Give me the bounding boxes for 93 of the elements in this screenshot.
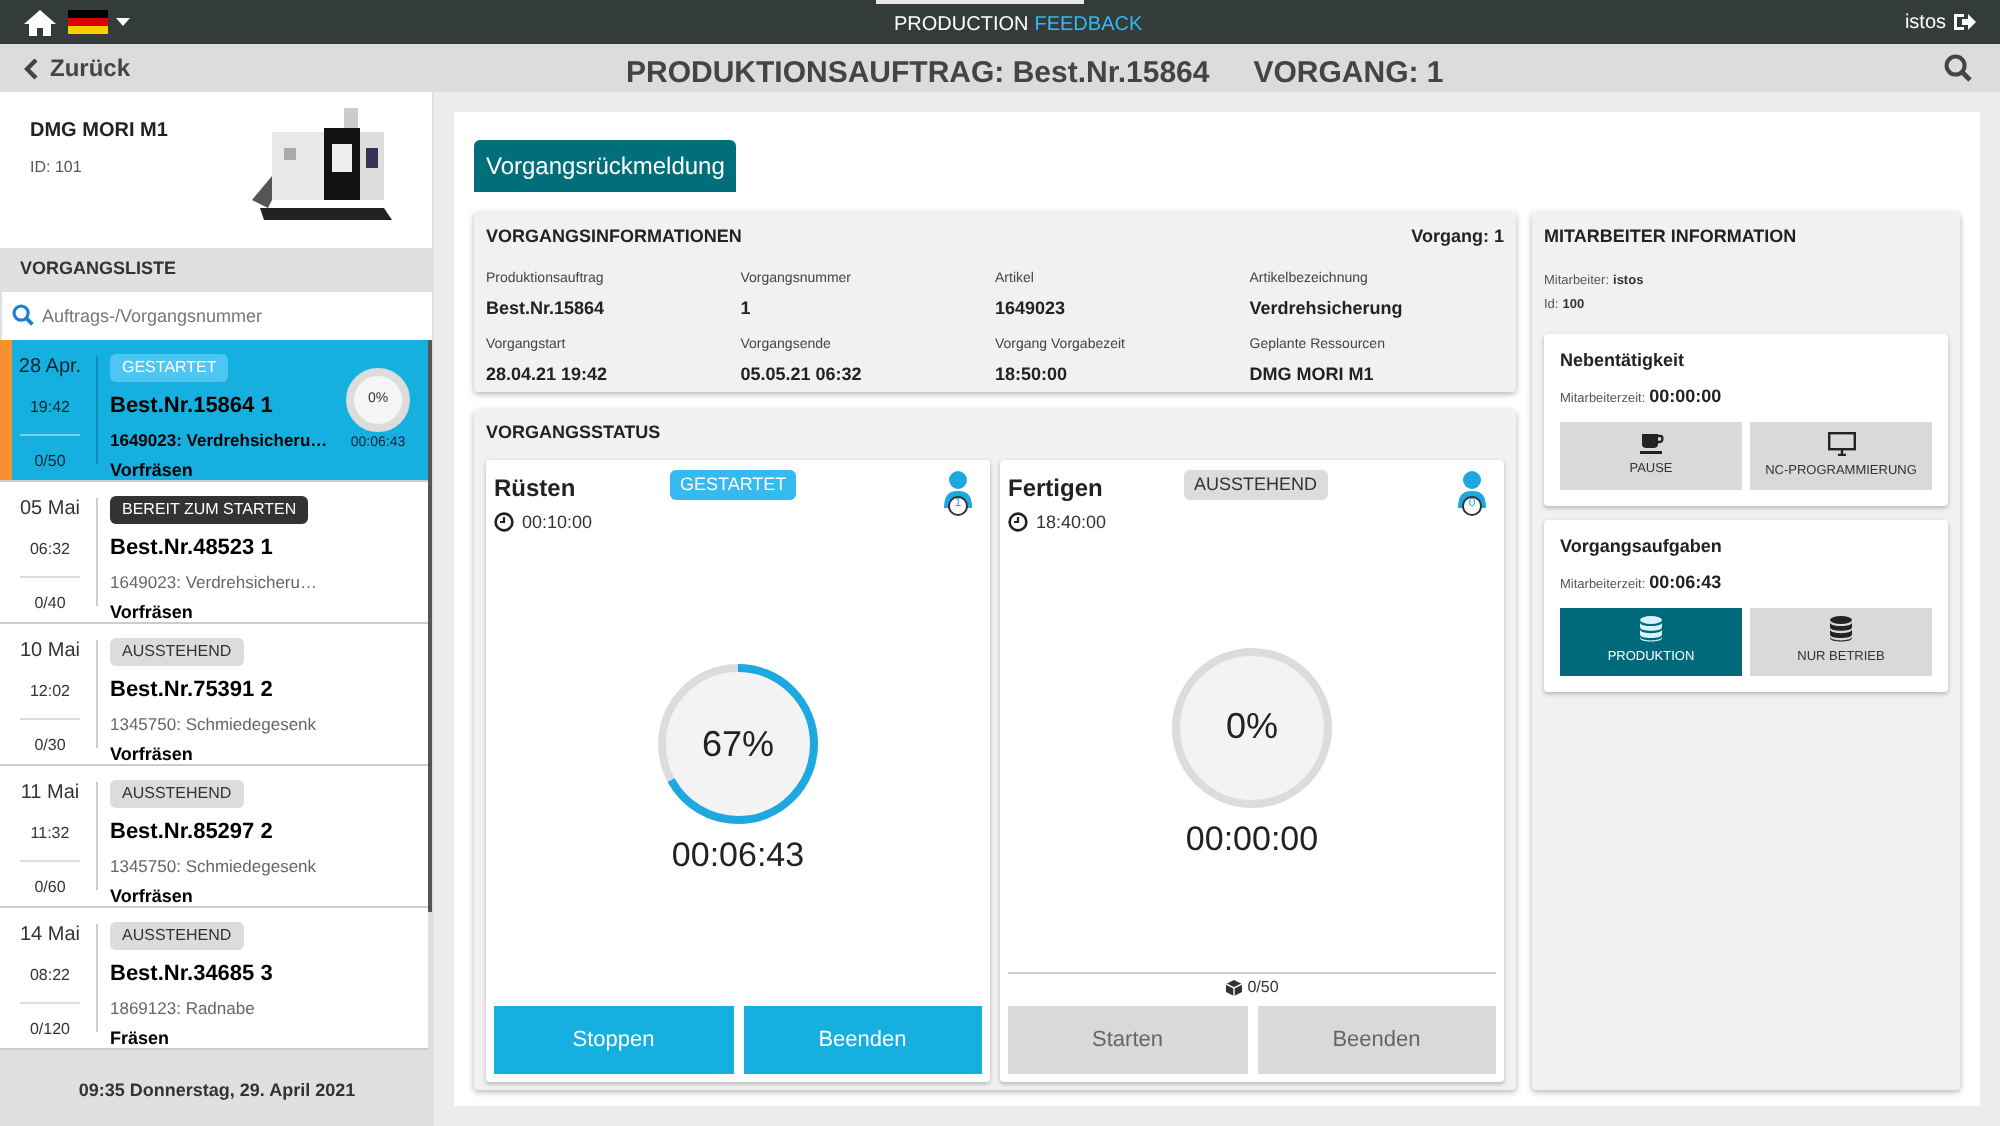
database-icon bbox=[1640, 616, 1662, 643]
user-name: istos bbox=[1904, 9, 1946, 37]
time-value: 00:06:43 bbox=[1649, 569, 1722, 595]
section-title: Nebentätigkeit bbox=[1560, 348, 1687, 374]
planned-time: 00:10:00 bbox=[522, 509, 593, 535]
item-date: 28 Apr. bbox=[18, 354, 82, 382]
tab[interactable]: Vorgangsrückmeldung bbox=[474, 140, 737, 192]
item-time: 06:32 bbox=[29, 538, 71, 562]
caret-icon[interactable] bbox=[116, 18, 130, 26]
search-field[interactable]: Auftrags-/Vorgangsnummer bbox=[2, 291, 432, 341]
field-value: 18:50:00 bbox=[995, 362, 1070, 388]
monitor-icon bbox=[1827, 431, 1855, 456]
item-time: 08:22 bbox=[29, 964, 71, 988]
field-value: Verdrehsicherung bbox=[1249, 296, 1405, 322]
field-value: 05.05.21 06:32 bbox=[740, 362, 864, 388]
item-quantity: 0/30 bbox=[34, 734, 66, 758]
machine-id: ID: 101 bbox=[30, 156, 84, 180]
item-date: 11 Mai bbox=[20, 780, 80, 808]
progress-percent: 67% bbox=[701, 721, 775, 768]
item-quantity: 0/60 bbox=[34, 876, 66, 900]
field-value: Best.Nr.15864 bbox=[486, 296, 607, 322]
article-name: 1649023: Verdrehsicheru… bbox=[110, 569, 317, 595]
planned-time: 18:40:00 bbox=[1036, 509, 1107, 535]
status-badge: AUSSTEHEND bbox=[110, 638, 244, 666]
step-name: Vorfräsen bbox=[110, 458, 195, 485]
search-icon[interactable] bbox=[1944, 54, 1972, 82]
article-name: 1345750: Schmiedegesenk bbox=[110, 853, 317, 879]
field-value: 28.04.21 19:42 bbox=[486, 362, 610, 388]
order-number: Best.Nr.34685 3 bbox=[110, 960, 273, 990]
step-name: Vorfräsen bbox=[110, 884, 195, 911]
order-number: Best.Nr.48523 1 bbox=[110, 534, 275, 564]
item-time: 19:42 bbox=[29, 396, 71, 420]
status-badge: AUSSTEHEND bbox=[110, 922, 244, 950]
item-quantity: 0/40 bbox=[34, 592, 66, 616]
status-badge: AUSSTEHEND bbox=[1184, 469, 1328, 500]
search-icon bbox=[12, 304, 34, 326]
progress-ring bbox=[344, 366, 412, 434]
chevron-left-icon bbox=[24, 57, 38, 79]
machine-name: DMG MORI M1 bbox=[30, 118, 168, 146]
field-value: DMG MORI M1 bbox=[1249, 362, 1376, 388]
app-title: PRODUCTION bbox=[894, 12, 1029, 40]
step-name: Vorfräsen bbox=[110, 600, 195, 627]
back-button[interactable]: Zurück bbox=[24, 50, 131, 86]
field-value: 1 bbox=[740, 296, 753, 322]
section-title: VORGANGSLISTE bbox=[18, 255, 179, 282]
german-flag-icon[interactable] bbox=[68, 10, 108, 34]
item-quantity: 0/120 bbox=[29, 1018, 71, 1042]
item-time: 11:32 bbox=[30, 822, 70, 846]
item-date: 10 Mai bbox=[19, 638, 80, 666]
section-title: Vorgangsaufgaben bbox=[1560, 534, 1724, 560]
step-name: Fräsen bbox=[110, 1026, 172, 1053]
phase-name: Fertigen bbox=[1008, 471, 1105, 505]
order-number: Best.Nr.15864 1 bbox=[110, 392, 275, 422]
database-icon bbox=[1830, 616, 1852, 643]
card-title: VORGANGSSTATUS bbox=[486, 420, 661, 446]
status-badge: GESTARTET bbox=[670, 469, 797, 500]
item-quantity: 0/50 bbox=[34, 450, 66, 474]
elapsed-time: 00:00:00 bbox=[1185, 817, 1319, 862]
list-item[interactable]: 14 Mai 08:22 0/120 AUSSTEHEND Best.Nr.34685 3 1869123: Radnabe Fräsen bbox=[0, 908, 428, 1050]
clock-icon bbox=[494, 512, 514, 533]
status-badge: BEREIT ZUM STARTEN bbox=[110, 496, 309, 524]
date-time: 09:35 Donnerstag, 29. April 2021 bbox=[76, 1077, 358, 1104]
clock-icon bbox=[1008, 512, 1028, 533]
article-name: 1869123: Radnabe bbox=[110, 995, 257, 1021]
elapsed-time: 00:06:43 bbox=[671, 834, 805, 879]
box-icon bbox=[1225, 980, 1242, 996]
phase-name: Rüsten bbox=[494, 471, 578, 505]
order-number: Best.Nr.75391 2 bbox=[110, 676, 275, 706]
item-time: 12:02 bbox=[29, 680, 71, 704]
logout-icon[interactable] bbox=[1954, 12, 1976, 32]
operation-title: VORGANG: 1 bbox=[1253, 54, 1444, 94]
field-value: 1649023 bbox=[995, 296, 1068, 322]
operation-number: Vorgang: 1 bbox=[1411, 224, 1504, 250]
card-title: MITARBEITER INFORMATION bbox=[1544, 224, 1799, 250]
step-name: Vorfräsen bbox=[110, 742, 195, 769]
list-item[interactable]: 10 Mai 12:02 0/30 AUSSTEHEND Best.Nr.75391 2 1345750: Schmiedegesenk Vorfräsen bbox=[0, 624, 428, 766]
app-title-accent: FEEDBACK bbox=[1034, 12, 1143, 40]
list-item[interactable]: 11 Mai 11:32 0/60 AUSSTEHEND Best.Nr.85297 2 1345750: Schmiedegesenk Vorfräsen bbox=[0, 766, 428, 908]
list-item[interactable]: 05 Mai 06:32 0/40 BEREIT ZUM STARTEN Best.Nr.48523 1 1649023: Verdrehsicheru… Vorfräsen bbox=[0, 482, 428, 624]
quantity: 0/50 bbox=[1247, 976, 1279, 1000]
cup-icon bbox=[1639, 433, 1663, 454]
item-date: 05 Mai bbox=[19, 496, 80, 524]
progress-percent: 0% bbox=[1225, 704, 1278, 751]
home-icon[interactable] bbox=[24, 9, 56, 35]
article-name: 1345750: Schmiedegesenk bbox=[110, 711, 317, 737]
status-badge: AUSSTEHEND bbox=[110, 780, 244, 808]
page-title: PRODUKTIONSAUFTRAG: Best.Nr.15864 bbox=[626, 54, 1210, 94]
order-number: Best.Nr.85297 2 bbox=[110, 818, 275, 848]
status-badge: GESTARTET bbox=[110, 354, 229, 382]
card-title: VORGANGSINFORMATIONEN bbox=[486, 224, 742, 250]
time-value: 00:00:00 bbox=[1649, 383, 1722, 409]
item-date: 14 Mai bbox=[19, 922, 80, 950]
article-name: 1649023: Verdrehsicheru… bbox=[110, 427, 328, 453]
